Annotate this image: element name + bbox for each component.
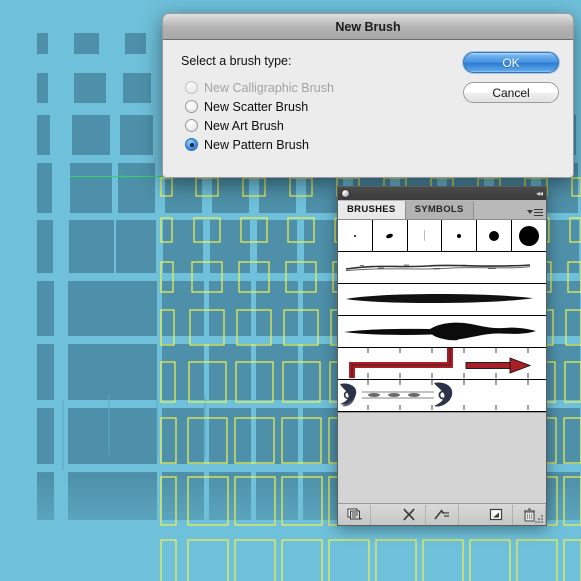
panel-empty-area[interactable] — [338, 413, 546, 501]
brush-swatch-calligraphic-1[interactable] — [338, 220, 373, 251]
brush-swatch-charcoal-feather[interactable] — [338, 252, 546, 284]
smart-guide-anchor: × — [120, 171, 126, 181]
brush-dot-icon — [457, 233, 462, 238]
brush-dot-icon — [385, 232, 394, 239]
brush-preview-icon — [345, 264, 531, 272]
dialog-title: New Brush — [335, 19, 401, 34]
trash-icon — [523, 507, 535, 522]
new-icon — [489, 508, 503, 521]
brush-swatch-ornament-pattern[interactable] — [338, 380, 546, 412]
brush-swatch-tapered-stroke[interactable] — [338, 284, 546, 316]
hamburger-icon — [534, 208, 543, 216]
new-brush-dialog[interactable]: New Brush Select a brush type: New Calli… — [162, 13, 574, 178]
brush-options-button[interactable] — [426, 504, 459, 525]
brush-preview-icon — [344, 322, 536, 341]
double-chevron-right-icon[interactable]: ◂◂ — [536, 189, 543, 198]
cancel-button[interactable]: Cancel — [463, 82, 559, 103]
dialog-body: Select a brush type: New Calligraphic Br… — [163, 40, 573, 176]
brush-libraries-menu-button[interactable] — [338, 504, 371, 525]
brush-dot-icon — [489, 230, 500, 241]
radio-icon-scatter[interactable] — [185, 100, 198, 113]
x-icon — [402, 508, 415, 521]
radio-icon-calligraphic — [185, 81, 198, 94]
libraries-icon — [347, 508, 362, 520]
dialog-titlebar[interactable]: New Brush — [163, 14, 573, 40]
tab-brushes[interactable]: BRUSHES — [338, 201, 406, 219]
brush-swatch-calligraphic-3[interactable] — [407, 220, 443, 251]
tab-symbols[interactable]: SYMBOLS — [405, 201, 474, 219]
remove-brush-stroke-button[interactable] — [393, 504, 426, 525]
options-icon — [433, 509, 449, 520]
new-brush-button[interactable] — [480, 504, 513, 525]
radio-icon-pattern[interactable] — [185, 138, 198, 151]
radio-option-pattern[interactable]: New Pattern Brush — [185, 135, 557, 154]
brushes-panel[interactable]: ◂◂ BRUSHES SYMBOLS — [337, 186, 547, 526]
radio-option-art[interactable]: New Art Brush — [185, 116, 557, 135]
brush-swatch-calligraphic-6[interactable] — [512, 220, 546, 251]
panel-tab-bar[interactable]: BRUSHES SYMBOLS — [338, 200, 546, 220]
panel-resize-grip[interactable] — [535, 515, 544, 524]
brush-swatch-red-arrow-pattern[interactable] — [338, 348, 546, 380]
radio-label-scatter[interactable]: New Scatter Brush — [204, 100, 308, 114]
chevron-down-icon — [527, 210, 533, 215]
brush-swatch-calligraphic-2[interactable] — [372, 220, 408, 251]
radio-label-art[interactable]: New Art Brush — [204, 119, 284, 133]
brush-dot-icon — [353, 234, 356, 237]
brush-preview-icon — [346, 294, 533, 304]
brush-swatch-calligraphic-5[interactable] — [477, 220, 513, 251]
brush-list[interactable] — [338, 220, 546, 413]
panel-drag-bar[interactable]: ◂◂ — [338, 187, 546, 200]
panel-menu-icon[interactable] — [527, 208, 543, 216]
brush-dot-icon — [519, 225, 540, 246]
brush-preview-icon — [349, 348, 532, 378]
radio-label-pattern[interactable]: New Pattern Brush — [204, 138, 309, 152]
calligraphic-brush-row[interactable] — [338, 220, 546, 252]
brush-preview-icon — [340, 380, 529, 410]
dialog-buttons: OK Cancel — [463, 52, 559, 112]
ok-button[interactable]: OK — [463, 52, 559, 73]
brush-swatch-calligraphic-4[interactable] — [442, 220, 478, 251]
brush-line-icon — [424, 230, 426, 241]
radio-icon-art[interactable] — [185, 119, 198, 132]
panel-footer-toolbar[interactable] — [338, 503, 546, 525]
panel-close-icon[interactable] — [341, 189, 350, 198]
radio-label-calligraphic: New Calligraphic Brush — [204, 80, 334, 95]
brush-swatch-fountain-pen[interactable] — [338, 316, 546, 348]
